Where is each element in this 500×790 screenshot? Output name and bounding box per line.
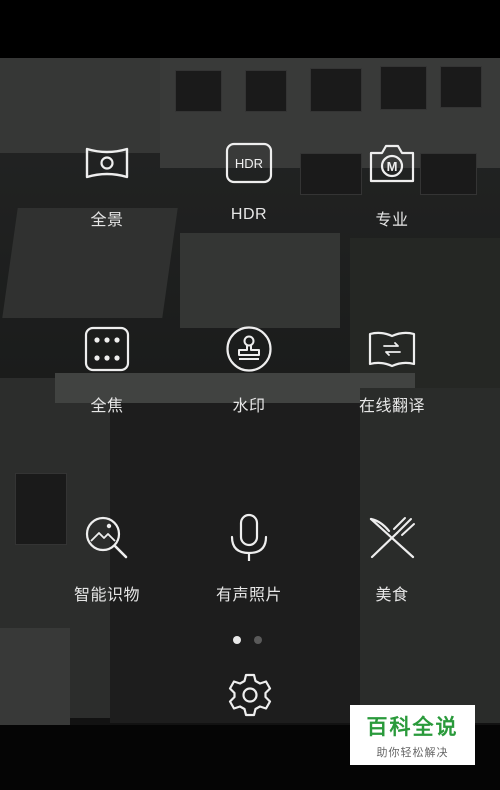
mode-translate-label: 在线翻译 bbox=[358, 398, 425, 415]
mode-hdr-label: HDR bbox=[230, 206, 268, 223]
mode-audio-photo[interactable]: 有声照片 bbox=[184, 513, 314, 605]
mode-pro-label: 专业 bbox=[375, 212, 409, 229]
mode-audio-photo-label: 有声照片 bbox=[215, 587, 282, 604]
watermark-subtitle: 助你轻松解决 bbox=[376, 746, 449, 759]
mode-all-focus[interactable]: 全焦 bbox=[42, 324, 172, 416]
mode-object-recognition[interactable]: 智能识物 bbox=[42, 513, 172, 605]
hdr-icon-text: HDR bbox=[235, 156, 263, 171]
hdr-icon: HDR bbox=[224, 138, 274, 188]
fork-knife-icon bbox=[367, 513, 417, 563]
pro-icon-text: M bbox=[387, 159, 398, 174]
gear-icon bbox=[227, 672, 273, 718]
mode-panorama[interactable]: 全景 bbox=[42, 138, 172, 230]
watermark-title: 百科全说 bbox=[366, 715, 459, 739]
mode-hdr[interactable]: HDR HDR bbox=[184, 138, 314, 224]
page-dot-1[interactable] bbox=[233, 636, 241, 644]
mode-all-focus-label: 全焦 bbox=[90, 398, 124, 415]
top-black-bar bbox=[0, 0, 500, 58]
panorama-icon bbox=[82, 138, 132, 188]
book-translate-icon bbox=[367, 324, 417, 374]
mode-food[interactable]: 美食 bbox=[327, 513, 457, 605]
stamp-icon bbox=[224, 324, 274, 374]
page-dot-2[interactable] bbox=[254, 636, 262, 644]
microphone-icon bbox=[224, 513, 274, 563]
page-indicator bbox=[233, 636, 262, 644]
all-focus-grid-icon bbox=[82, 324, 132, 374]
image-search-icon bbox=[82, 513, 132, 563]
pro-camera-icon: M bbox=[367, 138, 417, 188]
site-watermark: 百科全说 助你轻松解决 bbox=[350, 705, 475, 765]
mode-panorama-label: 全景 bbox=[90, 212, 124, 229]
mode-object-recognition-label: 智能识物 bbox=[73, 587, 140, 604]
mode-watermark-label: 水印 bbox=[232, 398, 266, 415]
mode-pro[interactable]: M 专业 bbox=[327, 138, 457, 230]
mode-watermark[interactable]: 水印 bbox=[184, 324, 314, 416]
mode-food-label: 美食 bbox=[375, 587, 409, 604]
mode-translate[interactable]: 在线翻译 bbox=[327, 324, 457, 416]
